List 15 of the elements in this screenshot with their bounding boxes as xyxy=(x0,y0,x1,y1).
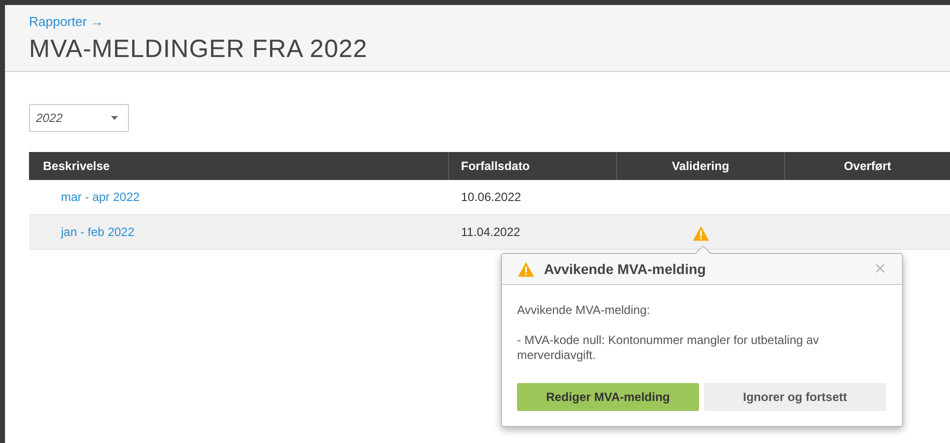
warning-icon xyxy=(518,262,534,276)
column-header: Overført xyxy=(842,158,892,175)
breadcrumb-link[interactable]: Rapporter → xyxy=(29,14,950,30)
period-link[interactable]: mar - apr 2022 xyxy=(61,190,140,204)
popover-title: Avvikende MVA-melding xyxy=(544,260,706,279)
page-title: MVA-MELDINGER FRA 2022 xyxy=(29,34,368,65)
edit-button[interactable]: Rediger MVA-melding xyxy=(517,383,699,411)
popover-message: - MVA-kode null: Kontonummer mangler for utbetaling av merverdiavgift. xyxy=(517,333,820,363)
ignore-button[interactable]: Ignorer og fortsett xyxy=(704,383,886,411)
year-select[interactable]: 2022 xyxy=(29,104,129,132)
table-row[interactable]: jan - feb 2022 11.04.2022 xyxy=(29,215,950,250)
popover-heading: Avvikende MVA-melding: xyxy=(517,302,651,319)
due-date: 11.04.2022 xyxy=(461,225,520,239)
due-date: 10.06.2022 xyxy=(461,190,522,204)
caret-icon xyxy=(111,116,118,120)
